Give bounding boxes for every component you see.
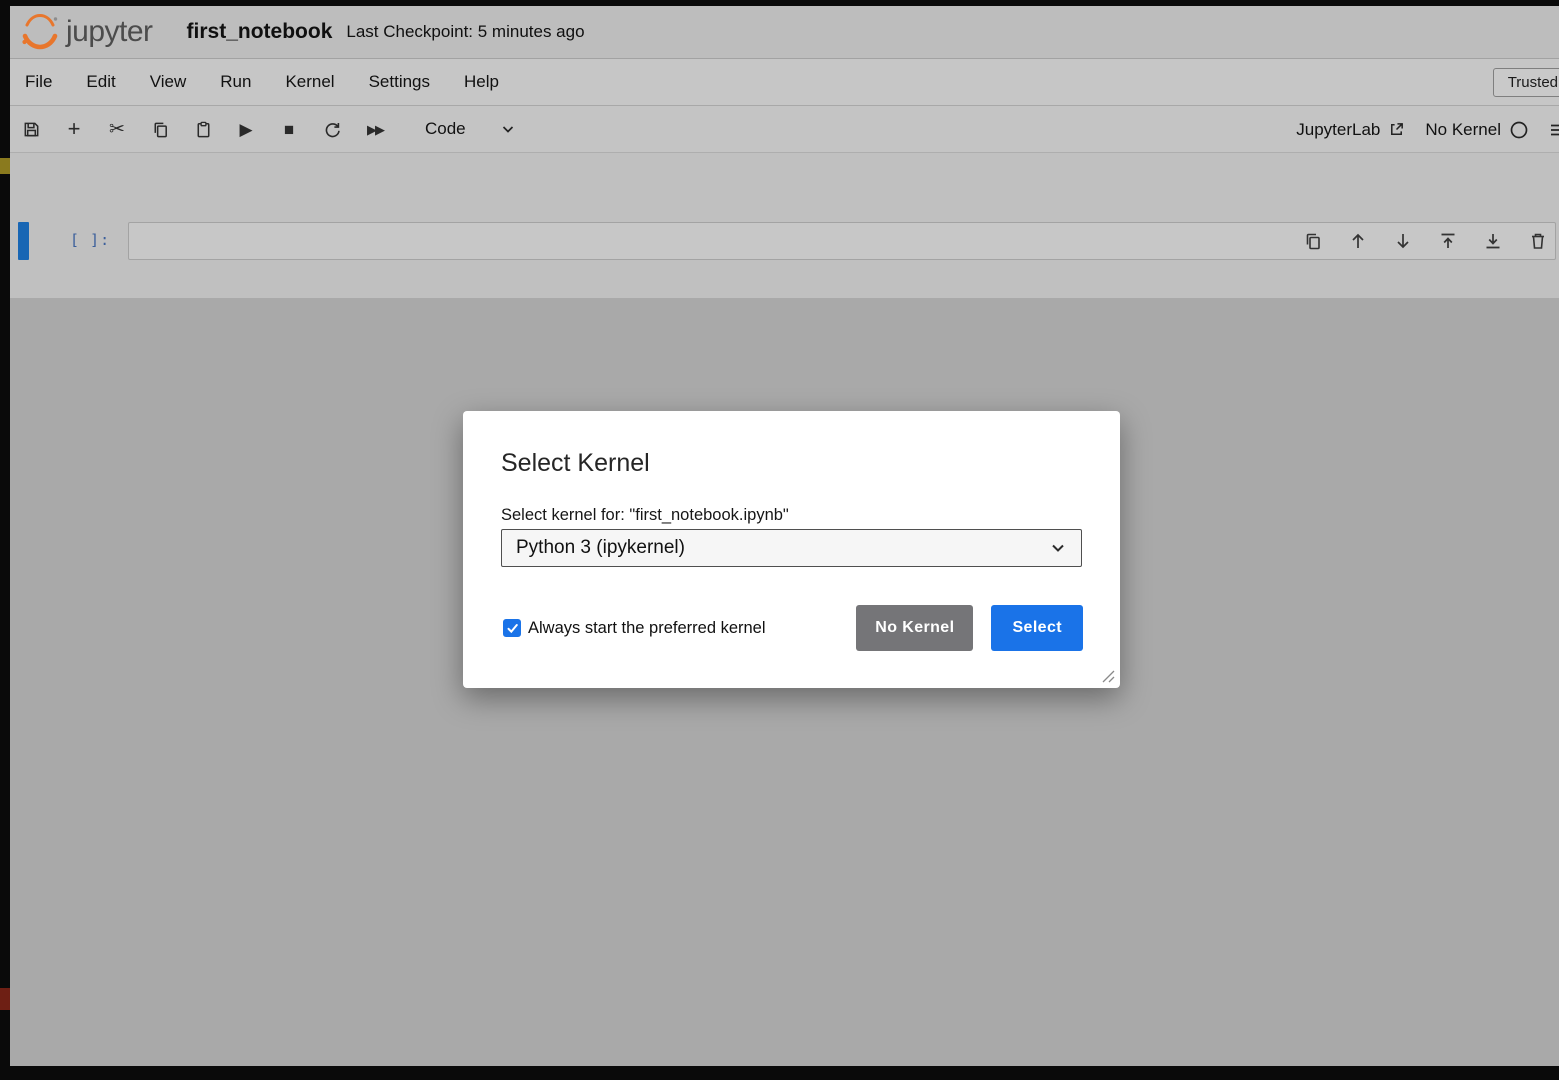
jupyterlab-link[interactable]: JupyterLab bbox=[1296, 120, 1405, 140]
arrow-up-icon bbox=[1352, 233, 1364, 248]
window-edge-bottom bbox=[0, 1066, 1559, 1080]
menubar: File Edit View Run Kernel Settings Help … bbox=[0, 58, 1559, 106]
fast-forward-icon: ▶▶ bbox=[367, 121, 385, 137]
menu-kernel[interactable]: Kernel bbox=[285, 72, 334, 92]
select-button[interactable]: Select bbox=[991, 605, 1083, 651]
kernel-select-label: Select kernel for: "first_notebook.ipynb… bbox=[501, 506, 789, 524]
paste-cell-button[interactable] bbox=[188, 114, 218, 144]
menu-run[interactable]: Run bbox=[220, 72, 251, 92]
insert-above-icon bbox=[1441, 233, 1455, 248]
kernel-status[interactable]: No Kernel bbox=[1425, 120, 1529, 140]
menu-file[interactable]: File bbox=[25, 72, 52, 92]
notebook-title[interactable]: first_notebook bbox=[187, 20, 333, 44]
kernel-dropdown-value: Python 3 (ipykernel) bbox=[516, 537, 685, 558]
menu-settings[interactable]: Settings bbox=[369, 72, 430, 92]
hamburger-icon bbox=[1551, 124, 1559, 135]
chevron-down-icon bbox=[1052, 544, 1064, 552]
dialog-buttons: No Kernel Select bbox=[856, 605, 1083, 651]
restart-kernel-button[interactable] bbox=[317, 114, 347, 144]
insert-cell-above-button[interactable] bbox=[1437, 230, 1459, 252]
check-icon bbox=[507, 623, 518, 633]
move-cell-up-button[interactable] bbox=[1347, 230, 1369, 252]
run-icon: ▶ bbox=[239, 119, 253, 139]
jupyter-logo-text: jupyter bbox=[66, 15, 153, 48]
external-link-icon bbox=[1391, 123, 1404, 135]
add-cell-button[interactable]: + bbox=[59, 114, 89, 144]
jupyter-notebook-window: jupyter first_notebook Last Checkpoint: … bbox=[0, 0, 1559, 1080]
stop-icon: ■ bbox=[283, 119, 295, 139]
always-start-option[interactable]: Always start the preferred kernel bbox=[503, 619, 766, 638]
notebook-toolbar: + ✂ ▶ ■ ▶▶ Code JupyterLab No Kernel bbox=[0, 106, 1559, 153]
save-button[interactable] bbox=[16, 114, 46, 144]
move-cell-down-button[interactable] bbox=[1392, 230, 1414, 252]
cell-focus-bar bbox=[18, 222, 29, 260]
copy-icon bbox=[154, 122, 167, 137]
kernel-idle-icon bbox=[1510, 121, 1528, 138]
menu-view[interactable]: View bbox=[150, 72, 187, 92]
chevron-down-icon bbox=[502, 126, 513, 133]
jupyter-logo-icon[interactable] bbox=[18, 10, 62, 54]
run-cell-button[interactable]: ▶ bbox=[231, 114, 261, 144]
clipboard-icon bbox=[197, 121, 209, 137]
arrow-down-icon bbox=[1397, 234, 1409, 249]
cell-prompt: [ ]: bbox=[70, 231, 111, 249]
scissors-icon: ✂ bbox=[109, 118, 125, 140]
toolbar-right: JupyterLab No Kernel bbox=[1296, 106, 1559, 153]
copy-cell-button[interactable] bbox=[145, 114, 175, 144]
duplicate-icon bbox=[1306, 233, 1320, 250]
dialog-title: Select Kernel bbox=[501, 449, 650, 477]
plus-icon: + bbox=[67, 116, 81, 141]
kernel-indicator-icon[interactable] bbox=[1549, 121, 1559, 139]
always-start-checkbox[interactable] bbox=[503, 619, 521, 637]
trusted-button[interactable]: Trusted bbox=[1492, 68, 1559, 97]
select-kernel-dialog: Select Kernel Select kernel for: "first_… bbox=[463, 411, 1120, 688]
no-kernel-button[interactable]: No Kernel bbox=[856, 605, 974, 651]
save-icon bbox=[24, 122, 38, 136]
restart-run-all-button[interactable]: ▶▶ bbox=[360, 114, 390, 144]
dialog-footer: Always start the preferred kernel No Ker… bbox=[503, 605, 1083, 651]
duplicate-cell-button[interactable] bbox=[1302, 230, 1324, 252]
edge-accent-yellow bbox=[0, 158, 10, 174]
kernel-dropdown[interactable]: Python 3 (ipykernel) bbox=[501, 529, 1082, 567]
restart-icon bbox=[325, 122, 340, 137]
cell-type-value: Code bbox=[425, 119, 466, 138]
delete-cell-button[interactable] bbox=[1527, 230, 1549, 252]
menu-help[interactable]: Help bbox=[464, 72, 499, 92]
trash-icon bbox=[1532, 233, 1544, 249]
cell-type-dropdown[interactable]: Code bbox=[425, 119, 516, 139]
edge-accent-red bbox=[0, 988, 10, 1010]
titlebar: jupyter first_notebook Last Checkpoint: … bbox=[0, 6, 1559, 58]
window-edge-top bbox=[0, 0, 1559, 6]
resize-handle[interactable] bbox=[1102, 670, 1115, 683]
cell-toolbar bbox=[1302, 230, 1549, 252]
cut-cell-button[interactable]: ✂ bbox=[102, 114, 132, 144]
insert-cell-below-button[interactable] bbox=[1482, 230, 1504, 252]
menu-edit[interactable]: Edit bbox=[86, 72, 115, 92]
checkpoint-label: Last Checkpoint: 5 minutes ago bbox=[346, 22, 585, 41]
checkbox-label: Always start the preferred kernel bbox=[528, 618, 766, 637]
interrupt-kernel-button[interactable]: ■ bbox=[274, 114, 304, 144]
insert-below-icon bbox=[1486, 234, 1500, 249]
